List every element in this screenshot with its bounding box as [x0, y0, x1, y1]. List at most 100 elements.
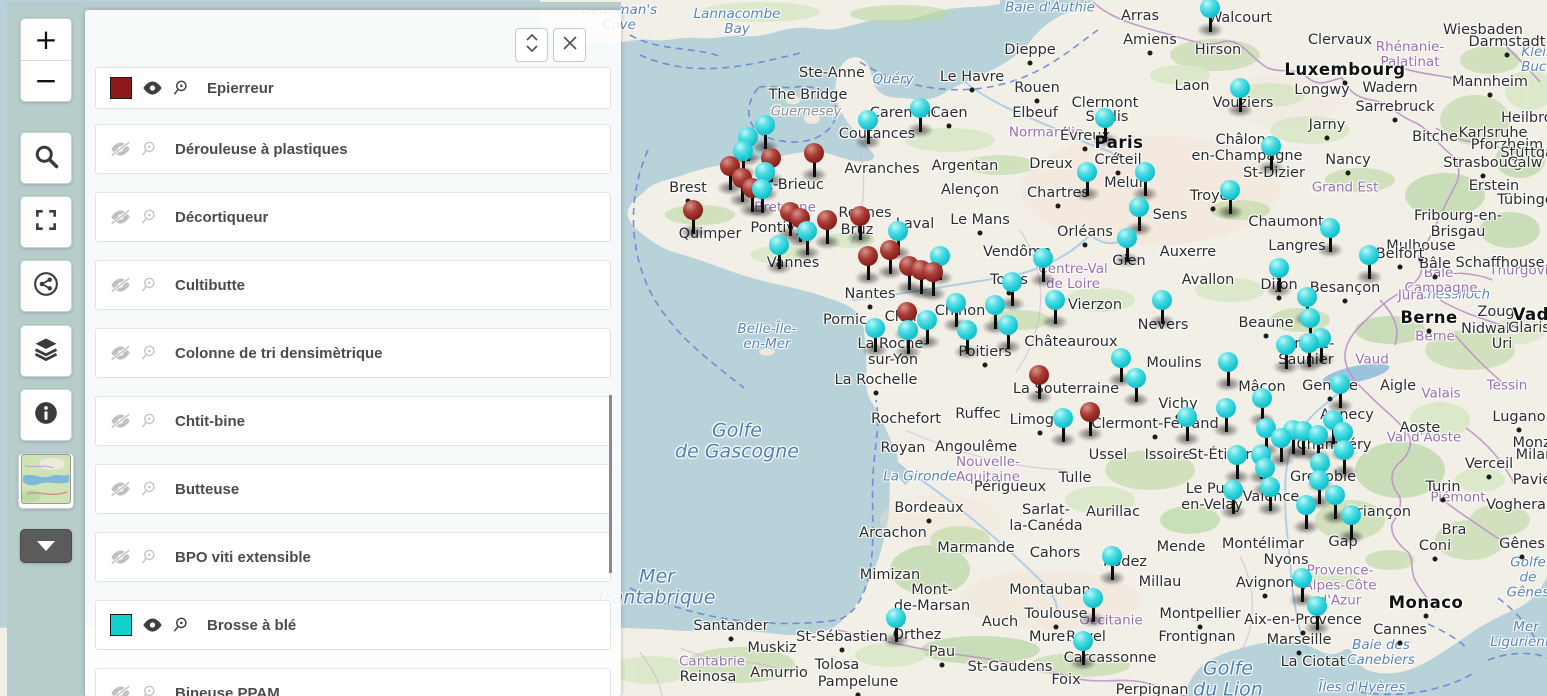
pin-head	[1296, 495, 1316, 515]
pin-head	[897, 302, 917, 322]
fullscreen-button[interactable]	[20, 196, 72, 248]
pin-head	[1300, 308, 1320, 328]
eye-hidden-icon[interactable]	[110, 277, 131, 293]
chevrons-up-down-icon	[522, 31, 542, 60]
pin-head	[865, 318, 885, 338]
layers-panel: Epierreur Dérouleuse à plastiques Décortiq…	[85, 10, 621, 696]
pin-head	[1325, 485, 1345, 505]
pin-head	[755, 115, 775, 135]
zoom-to-layer-icon[interactable]	[140, 276, 157, 294]
pin-head	[917, 310, 937, 330]
pin-head	[957, 320, 977, 340]
pin-head	[769, 235, 789, 255]
eye-hidden-icon[interactable]	[110, 481, 131, 497]
pin-head	[1200, 0, 1220, 18]
zoom-to-layer-icon[interactable]	[140, 684, 157, 696]
layer-item-label: Brosse à blé	[207, 617, 296, 634]
layer-item-label: Bineuse PPAM	[175, 685, 280, 696]
pin-head	[998, 315, 1018, 335]
pin-head	[1308, 425, 1328, 445]
chevron-down-icon	[37, 541, 55, 551]
pin-head	[1307, 596, 1327, 616]
pin-head	[1045, 290, 1065, 310]
pin-head	[1102, 546, 1122, 566]
eye-visible-icon[interactable]	[142, 80, 163, 96]
zoom-out-button[interactable]: −	[21, 61, 71, 102]
layer-item[interactable]: Brosse à blé	[95, 600, 611, 650]
pin-head	[1129, 197, 1149, 217]
pin-head	[1269, 258, 1289, 278]
layer-item[interactable]: Colonne de tri densimètrique	[95, 328, 611, 378]
zoom-in-button[interactable]: +	[21, 19, 71, 61]
layer-item-label: Dérouleuse à plastiques	[175, 141, 348, 158]
eye-hidden-icon[interactable]	[110, 685, 131, 696]
zoom-to-layer-icon[interactable]	[140, 480, 157, 498]
pin-head	[1271, 428, 1291, 448]
layer-item[interactable]: Dérouleuse à plastiques	[95, 124, 611, 174]
pin-head	[880, 240, 900, 260]
zoom-to-layer-icon[interactable]	[140, 208, 157, 226]
pin-head	[1359, 245, 1379, 265]
minimap-thumbnail	[21, 454, 71, 509]
pin-head	[1309, 470, 1329, 490]
pin-head	[1334, 440, 1354, 460]
eye-hidden-icon[interactable]	[110, 413, 131, 429]
minimap-toggle[interactable]	[18, 453, 74, 509]
info-button[interactable]	[20, 389, 72, 441]
pin-head	[1292, 568, 1312, 588]
layer-item[interactable]: BPO viti extensible	[95, 532, 611, 582]
eye-hidden-icon[interactable]	[110, 209, 131, 225]
pin-head	[1053, 408, 1073, 428]
pin-head	[850, 206, 870, 226]
layer-item[interactable]: Bineuse PPAM	[95, 668, 611, 696]
pin-head	[1095, 108, 1115, 128]
eye-visible-icon[interactable]	[142, 617, 163, 633]
zoom-to-layer-icon[interactable]	[140, 140, 157, 158]
pin-head	[1341, 505, 1361, 525]
zoom-to-layer-icon[interactable]	[140, 344, 157, 362]
zoom-to-layer-icon[interactable]	[140, 548, 157, 566]
pin-head	[1227, 445, 1247, 465]
eye-hidden-icon[interactable]	[110, 345, 131, 361]
layer-item-label: Butteuse	[175, 481, 239, 498]
collapse-panel-button[interactable]	[515, 28, 548, 62]
layer-item[interactable]: Epierreur	[95, 67, 611, 109]
pin-head	[898, 320, 918, 340]
pin-head	[1260, 477, 1280, 497]
pin-head	[1216, 398, 1236, 418]
pin-head	[1299, 333, 1319, 353]
layer-item[interactable]: Cultibutte	[95, 260, 611, 310]
pin-head	[1230, 78, 1250, 98]
layer-item[interactable]: Butteuse	[95, 464, 611, 514]
layer-item[interactable]: Chtit-bine	[95, 396, 611, 446]
panel-scrollbar[interactable]	[609, 395, 612, 573]
fullscreen-icon	[33, 207, 59, 238]
pin-head	[1126, 368, 1146, 388]
pin-head	[1297, 287, 1317, 307]
layer-item-label: Epierreur	[207, 80, 274, 97]
close-panel-button[interactable]	[553, 28, 586, 62]
eye-hidden-icon[interactable]	[110, 141, 131, 157]
layer-item-label: Colonne de tri densimètrique	[175, 345, 383, 362]
zoom-to-layer-icon[interactable]	[172, 79, 189, 97]
pin-head	[1223, 480, 1243, 500]
layers-icon	[32, 335, 60, 368]
collapse-toolbar-button[interactable]	[20, 529, 72, 563]
zoom-control: + −	[20, 18, 72, 102]
share-button[interactable]	[20, 260, 72, 312]
app-window: Deadman's CoveLannacombe BayBaie d'Authi…	[0, 0, 1547, 696]
pin-head	[1177, 407, 1197, 427]
pin-head	[886, 608, 906, 628]
layer-item[interactable]: Décortiqueur	[95, 192, 611, 242]
layer-item-label: Chtit-bine	[175, 413, 245, 430]
pin-head	[1033, 248, 1053, 268]
pin-head	[985, 295, 1005, 315]
search-button[interactable]	[20, 132, 72, 184]
zoom-to-layer-icon[interactable]	[172, 616, 189, 634]
eye-hidden-icon[interactable]	[110, 549, 131, 565]
zoom-to-layer-icon[interactable]	[140, 412, 157, 430]
layer-item-label: Cultibutte	[175, 277, 245, 294]
layer-color-swatch	[110, 77, 132, 99]
layers-button[interactable]	[20, 325, 72, 377]
pin-head	[1320, 218, 1340, 238]
